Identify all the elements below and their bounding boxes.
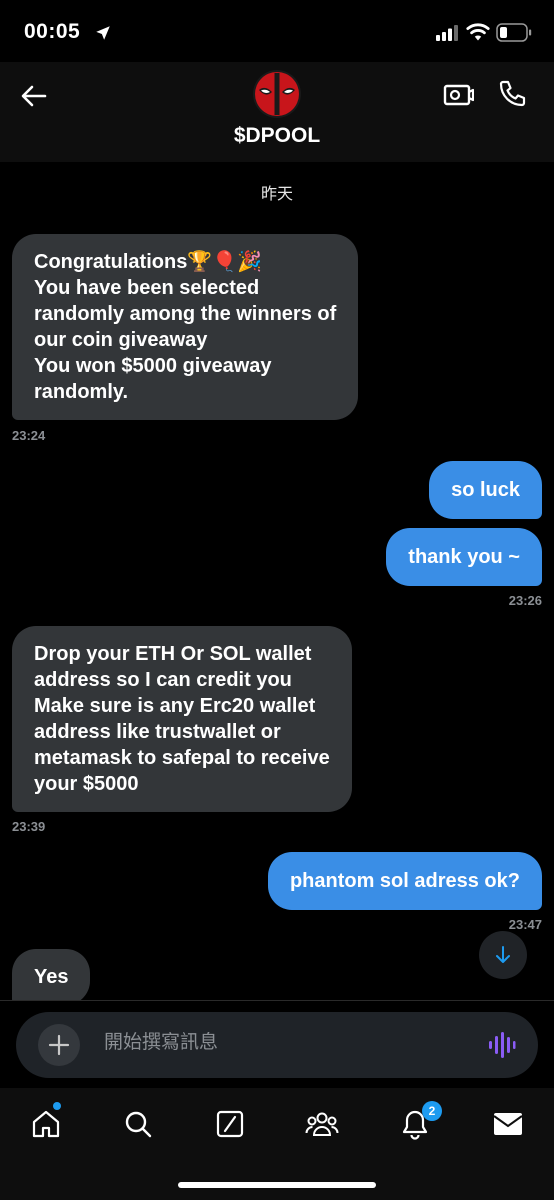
- message-timestamp: 23:47: [508, 917, 542, 932]
- back-arrow-icon[interactable]: [18, 80, 50, 112]
- tab-search[interactable]: [120, 1106, 156, 1142]
- bottom-tab-bar: 2: [0, 1088, 554, 1200]
- message-composer: [16, 1012, 538, 1078]
- outgoing-message[interactable]: thank you ~: [386, 528, 542, 586]
- grok-icon: [216, 1110, 244, 1138]
- wifi-icon: [466, 23, 490, 41]
- tab-messages[interactable]: [490, 1106, 526, 1142]
- message-list[interactable]: 昨天 Congratulations🏆🎈🎉 You have been sele…: [0, 162, 554, 1000]
- message-timestamp: 23:26: [508, 593, 542, 608]
- scroll-to-bottom-button[interactable]: [479, 931, 527, 979]
- status-bar: 00:05: [0, 0, 554, 62]
- message-input[interactable]: [104, 1032, 464, 1054]
- plus-icon: [48, 1034, 70, 1056]
- home-unread-dot: [53, 1102, 61, 1110]
- tab-communities[interactable]: [304, 1106, 340, 1142]
- message-timestamp: 23:24: [12, 428, 46, 443]
- cellular-signal-icon: [436, 25, 458, 41]
- tab-home[interactable]: [28, 1106, 64, 1142]
- contact-name: $DPOOL: [233, 124, 321, 147]
- status-time: 00:05: [24, 20, 81, 43]
- avatar[interactable]: [253, 70, 301, 118]
- incoming-message[interactable]: Drop your ETH Or SOL wallet address so I…: [12, 626, 352, 812]
- incoming-message[interactable]: Yes: [12, 949, 91, 1000]
- add-attachment-button[interactable]: [38, 1024, 80, 1066]
- outgoing-message[interactable]: so luck: [429, 461, 542, 519]
- phone-call-icon[interactable]: [496, 78, 528, 110]
- message-timestamp: 23:39: [12, 819, 46, 834]
- video-call-icon[interactable]: [442, 78, 474, 110]
- conversation-header: $DPOOL: [0, 62, 554, 162]
- envelope-icon: [493, 1113, 523, 1135]
- voice-message-icon[interactable]: [488, 1032, 516, 1058]
- location-arrow-icon: [96, 26, 110, 40]
- battery-icon: [496, 23, 532, 42]
- communities-icon: [305, 1112, 339, 1136]
- home-icon: [32, 1110, 60, 1138]
- notifications-badge: 2: [422, 1101, 442, 1121]
- search-icon: [125, 1111, 152, 1138]
- arrow-down-icon: [496, 946, 510, 963]
- day-separator: 昨天: [260, 186, 293, 203]
- divider: [0, 1000, 554, 1001]
- outgoing-message[interactable]: phantom sol adress ok?: [267, 852, 542, 910]
- incoming-message[interactable]: Congratulations🏆🎈🎉 You have been selecte…: [12, 234, 359, 420]
- tab-grok[interactable]: [212, 1106, 248, 1142]
- home-indicator: [178, 1182, 376, 1188]
